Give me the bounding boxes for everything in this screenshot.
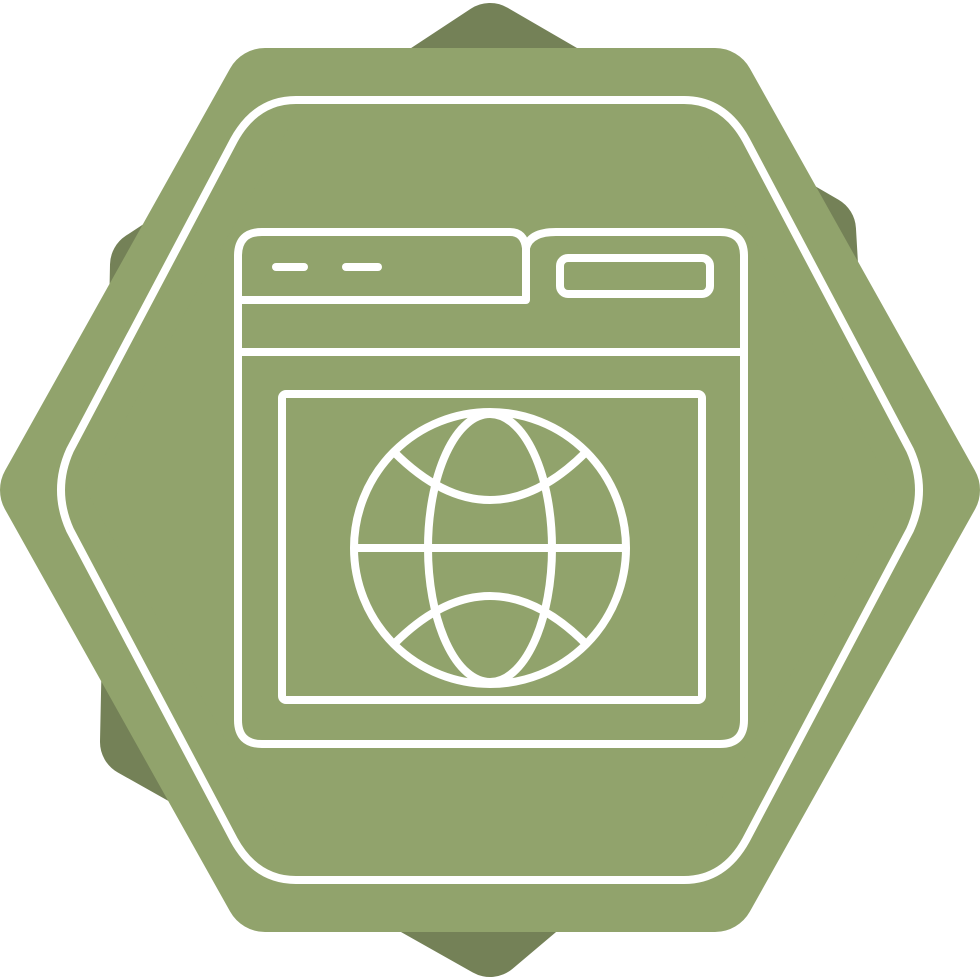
- icon-canvas: [0, 0, 980, 980]
- front-hexagon-shape: [0, 48, 980, 932]
- web-browser-globe-icon: [0, 3, 980, 977]
